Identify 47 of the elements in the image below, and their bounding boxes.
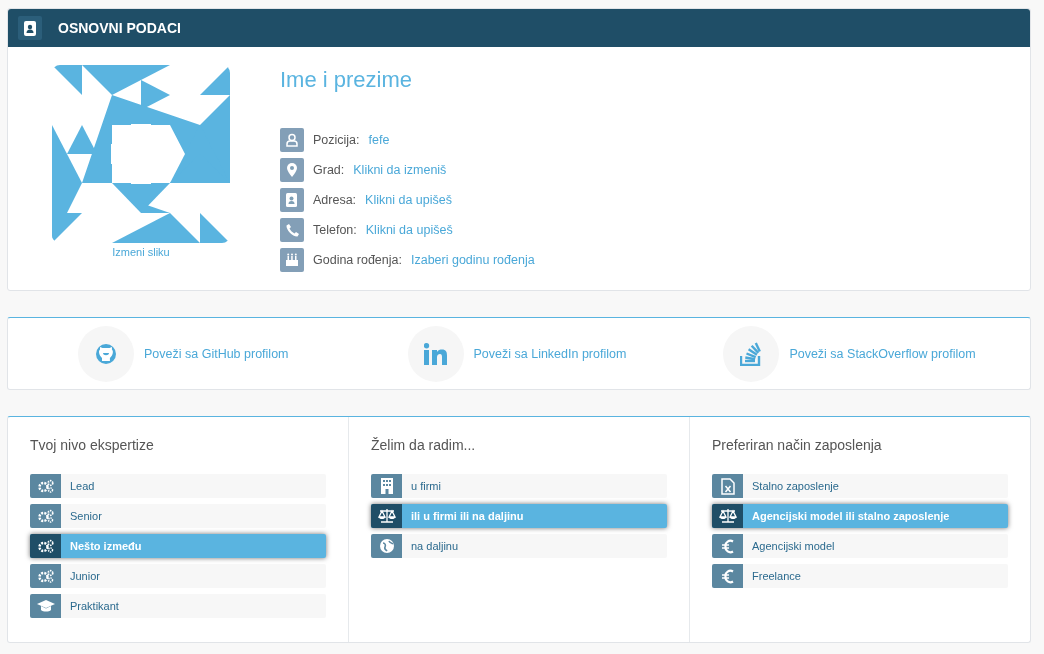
option-button[interactable]: Nešto između [30,534,326,558]
globe-icon [379,539,394,553]
option-button[interactable]: Junior [30,564,326,588]
connect-profile-link[interactable]: Poveži sa StackOverflow profilom [789,346,976,361]
option-button[interactable]: Stalno zaposlenje [712,474,1008,498]
option-button[interactable]: Freelance [712,564,1008,588]
field-label: Pozicija: [313,133,360,147]
euro-icon [721,538,734,554]
euro-icon [721,568,734,584]
option-button[interactable]: Lead [30,474,326,498]
field-value-link[interactable]: Klikni da upišeš [365,193,452,207]
panel-title: OSNOVNI PODACI [58,20,181,36]
graduation-cap-icon [36,599,55,613]
option-button[interactable]: Praktikant [30,594,326,618]
field-value-link[interactable]: Klikni da izmeniš [353,163,447,177]
field-label: Adresa: [313,193,357,207]
section-title: Tvoj nivo ekspertize [30,437,155,454]
field-label: Telefon: [313,223,357,237]
field-label: Grad: [313,163,345,177]
building-icon [380,478,393,494]
option-button[interactable]: ili u firmi ili na daljinu [371,504,667,528]
section-title: Želim da radim... [371,437,477,454]
option-button[interactable]: na daljinu [371,534,667,558]
address-book-icon [286,193,298,207]
connect-profile-link[interactable]: Poveži sa LinkedIn profilom [473,346,627,361]
full-name: Ime i prezime [280,66,414,94]
field-label: Godina rođenja: [313,253,402,267]
linkedin-icon [423,342,448,365]
option-button[interactable]: Senior [30,504,326,528]
balance-scale-icon [377,509,396,523]
field-value-link[interactable]: fefe [368,133,390,147]
user-icon [285,133,299,147]
field-value-link[interactable]: Izaberi godinu rođenja [410,253,535,267]
option-button[interactable]: u firmi [371,474,667,498]
connect-profile-link[interactable]: Poveži sa GitHub profilom [144,346,289,361]
field-value-link[interactable]: Klikni da upišeš [365,223,453,237]
address-book-icon [23,20,37,36]
spreadsheet-file-icon [720,477,735,495]
stack-overflow-icon [740,341,763,366]
balance-scale-icon [718,509,737,523]
option-button[interactable]: Agencijski model [712,534,1008,558]
phone-icon [285,223,299,237]
cake-icon [285,253,299,267]
change-photo-link[interactable]: Izmeni sliku [112,246,170,258]
section-title: Preferiran način zaposlenja [712,437,883,454]
map-pin-icon [287,163,297,177]
option-button[interactable]: Agencijski model ili stalno zaposlenje [712,504,1008,528]
